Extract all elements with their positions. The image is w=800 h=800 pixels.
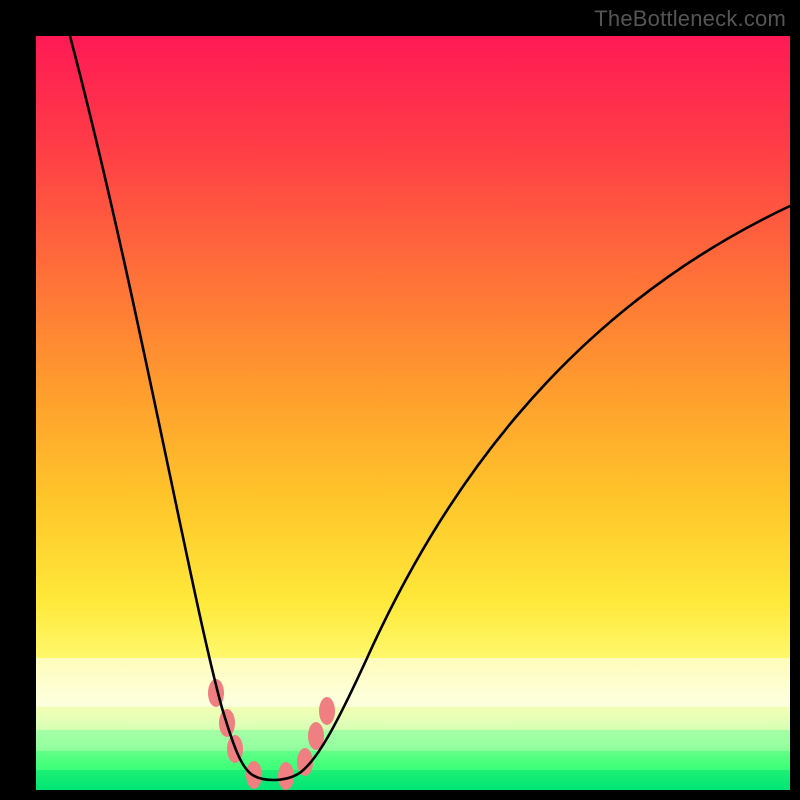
curve-marker xyxy=(319,697,335,725)
outer-frame: TheBottleneck.com xyxy=(0,0,800,800)
marker-group xyxy=(208,679,335,790)
plot-area xyxy=(36,36,790,790)
watermark-text: TheBottleneck.com xyxy=(594,6,786,32)
bottleneck-curve xyxy=(70,36,790,780)
curve-layer xyxy=(36,36,790,790)
